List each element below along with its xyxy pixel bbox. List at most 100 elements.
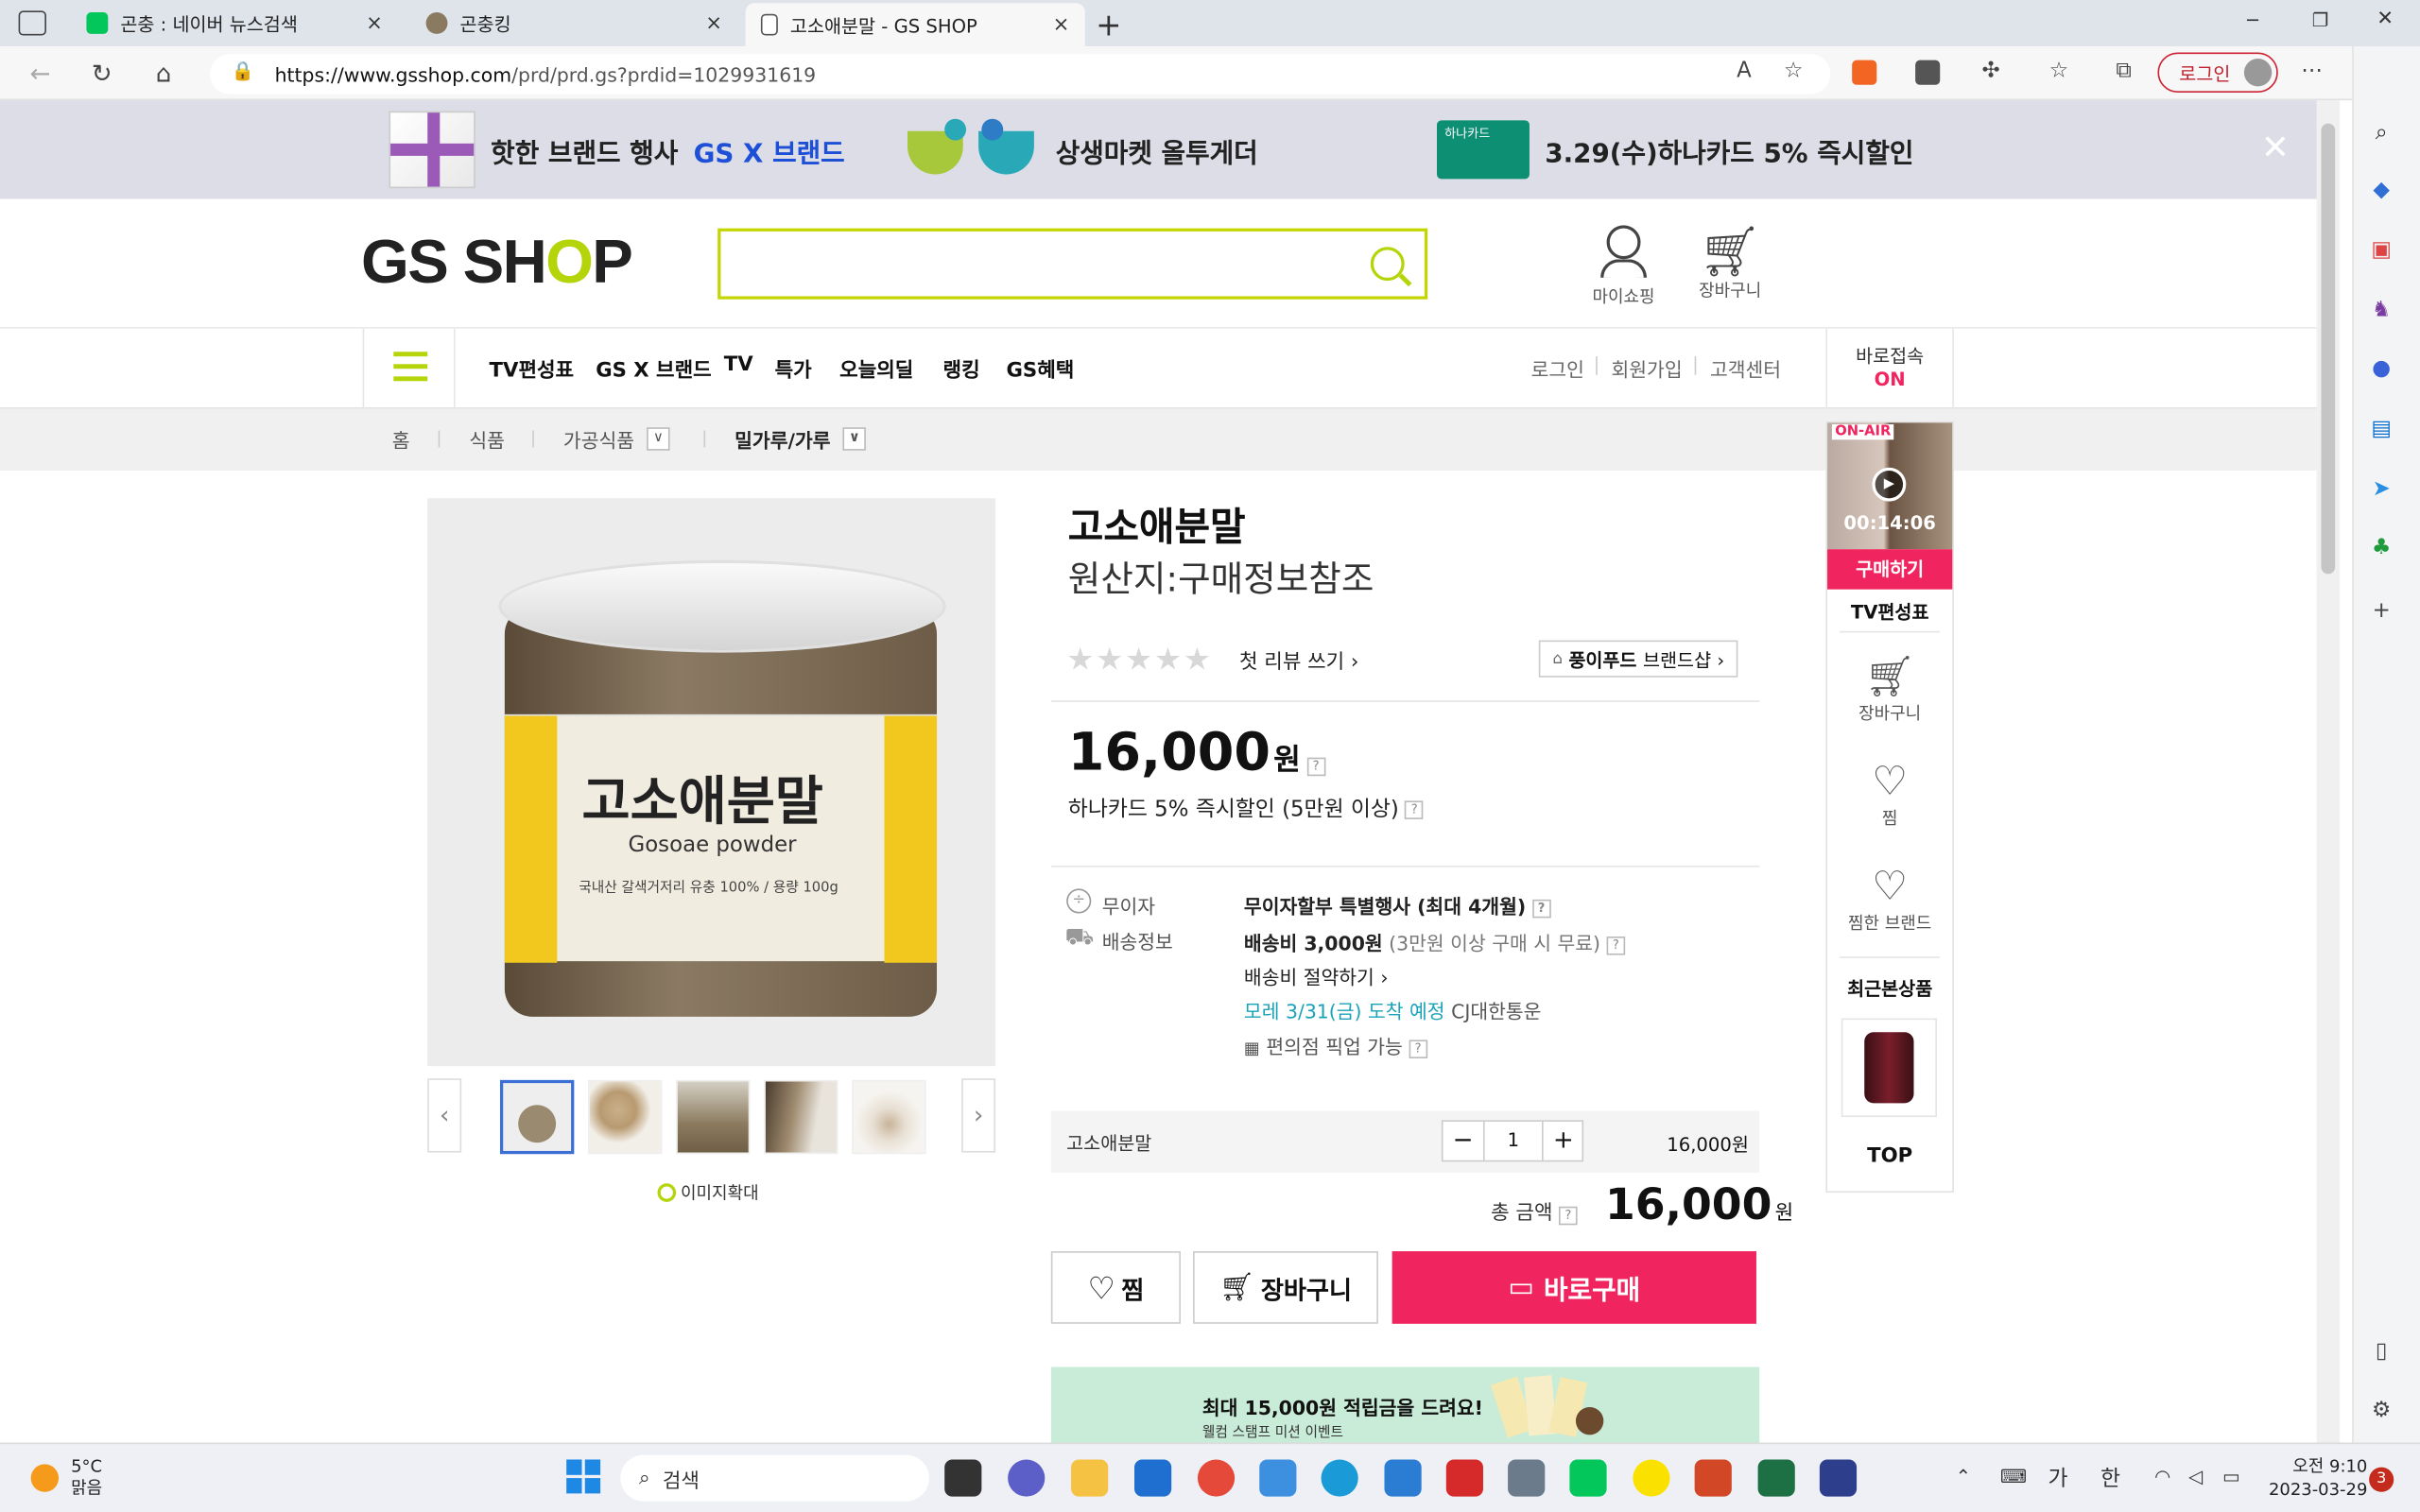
extensions-puzzle-icon[interactable]: ✣ — [1976, 59, 2007, 86]
category-menu-button[interactable] — [362, 328, 456, 409]
mail-icon[interactable] — [1133, 1459, 1172, 1497]
breadcrumb-processed-food[interactable]: 가공식품 ∨ — [563, 424, 670, 454]
extension-ex-icon[interactable] — [1852, 60, 1877, 85]
profile-login-button[interactable]: 로그인 — [2157, 52, 2278, 93]
gs-shop-logo[interactable]: GS SHOP — [361, 229, 633, 298]
scrollbar-thumb[interactable] — [2321, 123, 2336, 575]
wifi-icon[interactable]: ◠ — [2154, 1466, 2170, 1487]
brand-shop-button[interactable]: ⌂ 풍이푸드 브랜드샵 › — [1538, 640, 1738, 678]
thumb-next-button[interactable]: › — [961, 1078, 996, 1153]
promo-hanacard[interactable]: 하나카드 3.29(수)하나카드 5% 즉시할인 — [1436, 115, 1913, 183]
shipping-save-link[interactable]: 배송비 절약하기 › — [1244, 961, 1389, 990]
tab-close-icon[interactable]: × — [366, 11, 383, 34]
promo-close-icon[interactable]: ✕ — [2261, 129, 2290, 168]
volume-icon[interactable]: ◁ — [2188, 1466, 2203, 1487]
scroll-top-button[interactable]: TOP — [1827, 1144, 1952, 1167]
breadcrumb-home[interactable]: 홈 — [392, 424, 410, 454]
tab-close-icon[interactable]: × — [705, 11, 722, 34]
new-tab-button[interactable]: + — [1096, 7, 1121, 43]
restore-button[interactable]: ❐ — [2312, 9, 2329, 31]
back-arrow-icon[interactable]: ← — [25, 59, 56, 88]
nav-tv-schedule[interactable]: TV편성표 — [490, 353, 574, 382]
file-explorer-icon[interactable] — [1071, 1459, 1109, 1497]
product-main-image[interactable]: 고소애분말 Gosoae powder 국내산 갈색거저리 유충 100% / … — [427, 498, 996, 1067]
promo-allttogether[interactable]: 상생마켓 올투게더 — [907, 115, 1258, 183]
nav-tv[interactable]: TV — [724, 353, 753, 376]
sidebar-search-icon[interactable]: ⌕ — [2367, 120, 2394, 147]
minimize-button[interactable]: ─ — [2247, 9, 2258, 31]
write-review-link[interactable]: 첫 리뷰 쓰기 › — [1239, 644, 1358, 674]
teams-chat-icon[interactable] — [1008, 1459, 1046, 1497]
help-icon[interactable]: ? — [1606, 936, 1626, 954]
home-icon[interactable]: ⌂ — [148, 59, 180, 88]
product-thumbnail[interactable] — [499, 1079, 575, 1155]
sidebar-tree-icon[interactable]: ♣ — [2367, 536, 2394, 563]
quantity-plus-button[interactable]: + — [1542, 1121, 1583, 1160]
quantity-minus-button[interactable]: − — [1443, 1121, 1485, 1160]
help-icon[interactable]: ? — [1409, 1039, 1427, 1058]
rail-wish-brand-button[interactable]: ♡ 찜한 브랜드 — [1827, 864, 1952, 935]
ime-language[interactable]: 한 — [2100, 1463, 2120, 1494]
browser-tab-naver[interactable]: 곤충 : 네이버 뉴스검색 × — [71, 3, 398, 43]
tab-actions-icon[interactable] — [18, 10, 46, 36]
chevron-down-icon[interactable]: ∨ — [842, 427, 867, 451]
chevron-up-icon[interactable]: ⌃ — [1956, 1466, 1971, 1487]
util-customer-center-link[interactable]: 고객센터 — [1710, 353, 1781, 383]
recent-product-thumbnail[interactable] — [1841, 1018, 1937, 1118]
help-icon[interactable]: ? — [1405, 800, 1424, 819]
read-aloud-icon[interactable]: A — [1729, 59, 1760, 86]
rail-wish-button[interactable]: ♡ 찜 — [1827, 759, 1952, 830]
image-zoom-button[interactable]: 이미지확대 — [657, 1180, 759, 1205]
chevron-down-icon[interactable]: ∨ — [647, 427, 670, 451]
battery-icon[interactable]: ▭ — [2222, 1466, 2240, 1487]
extension-i-icon[interactable] — [1915, 60, 1941, 85]
promo-gsx-brand[interactable]: 핫한 브랜드 행사 GS X 브랜드 — [389, 111, 845, 189]
screen-capture-icon[interactable] — [1445, 1459, 1483, 1497]
naver-app-icon[interactable] — [1569, 1459, 1607, 1497]
excel-icon[interactable] — [1757, 1459, 1795, 1497]
browser-tab-bugking[interactable]: 곤충킹 × — [410, 3, 737, 43]
nav-ranking[interactable]: 랭킹 — [943, 353, 980, 382]
ime-mode[interactable]: 가 — [2048, 1463, 2068, 1494]
sidebar-m365-icon[interactable]: ● — [2367, 356, 2394, 384]
sidebar-settings-icon[interactable]: ⚙ — [2367, 1398, 2394, 1425]
favorites-icon[interactable]: ☆ — [2044, 59, 2075, 86]
keyboard-icon[interactable]: ⌨ — [2000, 1466, 2027, 1487]
thumb-prev-button[interactable]: ‹ — [427, 1078, 462, 1153]
product-thumbnail[interactable] — [676, 1079, 751, 1155]
onair-video-thumbnail[interactable]: ON-AIR ▶ 00:14:06 — [1827, 422, 1953, 550]
sidebar-add-icon[interactable]: + — [2367, 598, 2394, 626]
util-login-link[interactable]: 로그인 — [1531, 353, 1584, 383]
weather-widget[interactable]: 5°C 맑음 — [71, 1456, 102, 1500]
refresh-icon[interactable]: ↻ — [86, 59, 117, 88]
buy-now-button[interactable]: ▭ 바로구매 — [1392, 1251, 1756, 1324]
rail-buy-button[interactable]: 구매하기 — [1827, 549, 1953, 590]
play-icon[interactable]: ▶ — [1872, 467, 1907, 502]
favorite-star-icon[interactable]: ☆ — [1778, 59, 1809, 86]
notification-badge[interactable]: 3 — [2369, 1467, 2394, 1492]
nav-today-deal[interactable]: 오늘의딜 — [839, 353, 913, 382]
sync-app-icon[interactable] — [1197, 1459, 1236, 1497]
sidebar-outlook-icon[interactable]: ▤ — [2367, 417, 2394, 444]
add-to-cart-button[interactable]: 🛒︎ 장바구니 — [1193, 1251, 1378, 1324]
clock[interactable]: 오전 9:10 2023-03-29 — [2269, 1455, 2367, 1502]
help-icon[interactable]: ? — [1531, 899, 1551, 918]
search-input[interactable] — [717, 228, 1428, 300]
quantity-input[interactable]: 1 — [1485, 1122, 1542, 1160]
sidebar-games-icon[interactable]: ♞ — [2367, 298, 2394, 325]
help-icon[interactable]: ? — [1306, 757, 1325, 777]
close-window-button[interactable]: ✕ — [2377, 8, 2394, 30]
collections-icon[interactable]: ⧉ — [2108, 59, 2139, 86]
my-shopping-button[interactable]: 마이쇼핑 — [1578, 225, 1670, 308]
sidebar-shopping-icon[interactable]: ◆ — [2367, 178, 2394, 205]
powerpoint-icon[interactable] — [1694, 1459, 1732, 1497]
kakaotalk-icon[interactable] — [1633, 1459, 1670, 1497]
nav-special-price[interactable]: 특가 — [775, 353, 812, 382]
nav-gs-benefit[interactable]: GS혜택 — [1006, 353, 1074, 382]
sidebar-tools-icon[interactable]: ▣ — [2367, 237, 2394, 265]
remote-app-icon[interactable] — [1819, 1459, 1858, 1497]
tab-close-icon[interactable]: × — [1053, 13, 1070, 36]
direct-access-toggle[interactable]: 바로접속 ON — [1825, 328, 1954, 409]
nav-gsx-brand[interactable]: GS X 브랜드 — [596, 353, 711, 382]
browser-tab-gsshop[interactable]: 고소애분말 - GS SHOP × — [745, 3, 1085, 46]
